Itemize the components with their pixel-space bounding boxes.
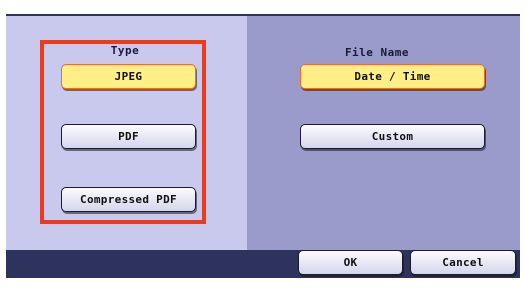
file-name-label: File Name	[344, 46, 410, 59]
date-time-button[interactable]: Date / Time	[300, 64, 485, 89]
type-label: Type	[110, 44, 140, 57]
ok-button[interactable]: OK	[298, 250, 403, 275]
custom-button[interactable]: Custom	[300, 124, 485, 149]
cancel-button[interactable]: Cancel	[410, 250, 516, 275]
pdf-button[interactable]: PDF	[61, 124, 196, 149]
jpeg-button[interactable]: JPEG	[61, 64, 196, 89]
compressed-pdf-button[interactable]: Compressed PDF	[61, 187, 196, 212]
